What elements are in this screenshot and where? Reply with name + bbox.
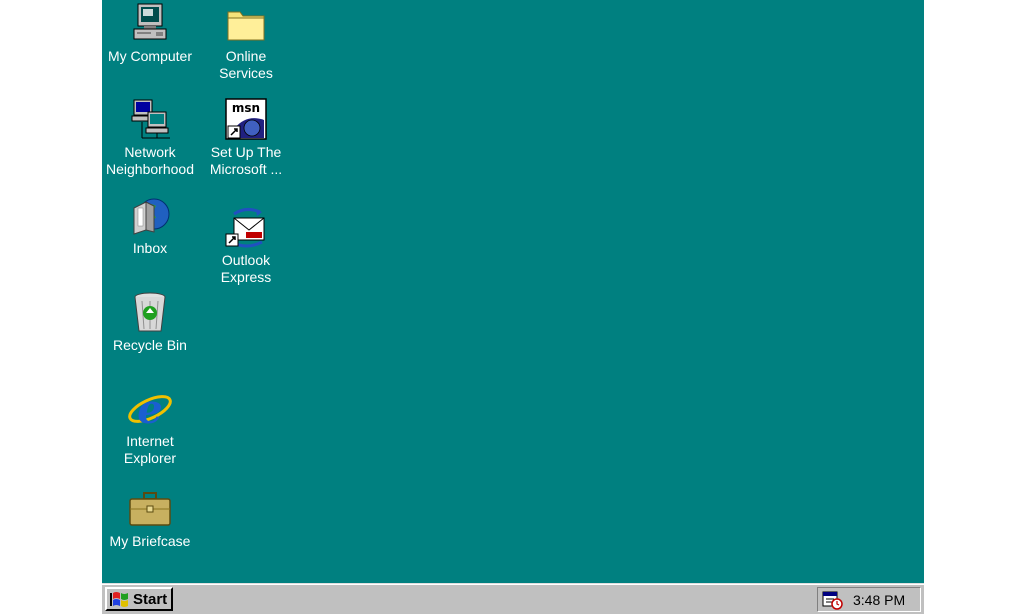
start-button[interactable]: Start bbox=[105, 587, 173, 611]
internet-explorer-icon: e bbox=[126, 387, 174, 431]
desktop-icon-online-services[interactable]: Online Services bbox=[198, 2, 294, 82]
svg-text:msn: msn bbox=[232, 101, 260, 115]
desktop-icon-network-neighborhood[interactable]: Network Neighborhood bbox=[102, 98, 198, 178]
desktop-icon-label: My Briefcase bbox=[109, 533, 191, 549]
inbox-icon bbox=[126, 194, 174, 238]
desktop-icon-label: Recycle Bin bbox=[113, 337, 187, 353]
msn-setup-icon: msn bbox=[222, 98, 270, 142]
desktop-icon-my-computer[interactable]: My Computer bbox=[102, 2, 198, 65]
outlook-express-icon bbox=[222, 206, 270, 250]
desktop-icon-label: Internet Explorer bbox=[123, 433, 177, 466]
recycle-bin-icon bbox=[126, 291, 174, 335]
taskbar-clock[interactable]: 3:48 PM bbox=[853, 592, 905, 608]
folder-icon bbox=[222, 2, 270, 46]
system-tray: 3:48 PM bbox=[817, 587, 921, 612]
desktop-icon-recycle-bin[interactable]: Recycle Bin bbox=[102, 291, 198, 354]
taskbar: Start 3:48 PM bbox=[102, 583, 924, 614]
start-button-label: Start bbox=[133, 590, 168, 608]
desktop-icon-label: Online Services bbox=[219, 48, 273, 81]
network-neighborhood-icon bbox=[126, 98, 174, 142]
desktop-icon-msn-setup[interactable]: msn Set Up The Microsoft ... bbox=[198, 98, 294, 178]
desktop-icon-my-briefcase[interactable]: My Briefcase bbox=[102, 487, 198, 550]
svg-text:e: e bbox=[137, 387, 162, 431]
desktop-icon-label: Inbox bbox=[132, 240, 168, 256]
my-computer-icon bbox=[126, 2, 174, 46]
desktop-icon-internet-explorer[interactable]: e Internet Explorer bbox=[102, 387, 198, 467]
windows-logo-icon bbox=[110, 591, 128, 607]
scheduler-tray-icon[interactable] bbox=[821, 590, 843, 610]
desktop-icon-outlook-express[interactable]: Outlook Express bbox=[198, 206, 294, 286]
desktop: My Computer Online Services Network Neig… bbox=[102, 0, 924, 614]
briefcase-icon bbox=[126, 487, 174, 531]
desktop-icon-label: Outlook Express bbox=[220, 252, 272, 285]
desktop-icon-label: Network Neighborhood bbox=[106, 144, 194, 177]
desktop-icon-label: My Computer bbox=[107, 48, 193, 64]
desktop-icon-label: Set Up The Microsoft ... bbox=[209, 144, 283, 177]
desktop-icon-inbox[interactable]: Inbox bbox=[102, 194, 198, 257]
